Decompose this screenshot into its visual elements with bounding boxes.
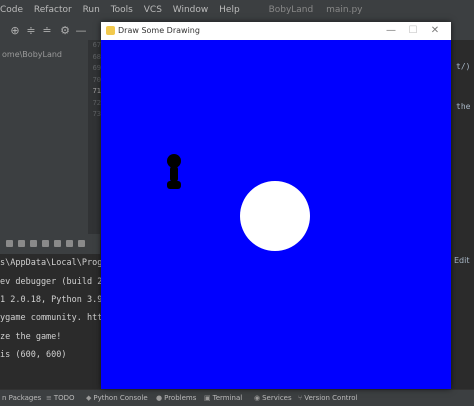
bottom-toolwindow-bar: n Packages ≡ TODO ◆ Python Console ● Proble… xyxy=(0,389,474,406)
problems-icon: ● xyxy=(156,394,163,402)
console-edit-label[interactable]: Edit xyxy=(454,256,470,265)
project-path: ome\BobyLand xyxy=(0,46,102,64)
figure-base xyxy=(167,181,181,189)
expand-icon[interactable]: ≐ xyxy=(40,24,54,38)
line-number: 68 xyxy=(92,52,101,61)
line-number: 70 xyxy=(92,75,101,84)
editor-gutter: 67 68 69 70 71 72 73 xyxy=(88,40,102,240)
python-icon: ◆ xyxy=(86,394,92,402)
tab-todo[interactable]: ≡ TODO xyxy=(46,390,75,406)
console-line: s\AppData\Local\Progra xyxy=(0,258,113,268)
editor-right-edge[interactable]: t/) the xyxy=(450,40,474,240)
pygame-window[interactable]: Draw Some Drawing — ☐ ✕ xyxy=(101,22,451,389)
terminal-icon: ▣ xyxy=(204,394,211,402)
menu-window[interactable]: Window xyxy=(173,5,209,15)
pygame-logo-icon xyxy=(106,26,115,35)
menu-run[interactable]: Run xyxy=(83,5,100,15)
project-panel xyxy=(0,64,88,234)
tab-python-console[interactable]: ◆ Python Console xyxy=(86,390,148,406)
ide-menubar: Code Refactor Run Tools VCS Window Help … xyxy=(0,0,474,20)
gear-icon[interactable]: ⚙ xyxy=(58,24,72,38)
close-button[interactable]: ✕ xyxy=(425,22,445,40)
window-title-project: BobyLand xyxy=(268,5,314,15)
menu-vcs[interactable]: VCS xyxy=(144,5,162,15)
console-line: ze the game! xyxy=(0,332,62,342)
figure-head xyxy=(167,154,181,168)
target-icon[interactable]: ⊕ xyxy=(8,24,22,38)
tab-version-control[interactable]: ⑂ Version Control xyxy=(298,390,357,406)
code-fragment: t/) xyxy=(456,62,471,71)
line-number: 67 xyxy=(92,41,101,49)
tab-packages[interactable]: n Packages xyxy=(2,390,41,406)
code-fragment: the xyxy=(456,102,471,111)
menu-code[interactable]: Code xyxy=(0,5,23,15)
services-icon: ◉ xyxy=(254,394,261,402)
minus-icon[interactable]: — xyxy=(74,24,88,38)
pygame-titlebar[interactable]: Draw Some Drawing — ☐ ✕ xyxy=(101,22,451,40)
line-number: 72 xyxy=(92,98,101,107)
window-title-file: main.py xyxy=(326,5,363,15)
drawing-canvas[interactable] xyxy=(101,40,451,389)
console-line: 1 2.0.18, Python 3.9.0 xyxy=(0,295,113,305)
minimize-button[interactable]: — xyxy=(381,22,401,40)
tab-problems[interactable]: ● Problems xyxy=(156,390,196,406)
maximize-button[interactable]: ☐ xyxy=(403,22,423,40)
menu-refactor[interactable]: Refactor xyxy=(34,5,72,15)
figure-body xyxy=(170,166,178,182)
menu-help[interactable]: Help xyxy=(219,5,240,15)
menu-tools[interactable]: Tools xyxy=(111,5,133,15)
line-number: 73 xyxy=(92,110,101,118)
console-line: ev debugger (build 221 xyxy=(0,277,113,287)
vcs-icon: ⑂ xyxy=(298,394,303,402)
console-toolbar xyxy=(0,234,100,254)
collapse-icon[interactable]: ≑ xyxy=(24,24,38,38)
pygame-window-title: Draw Some Drawing xyxy=(118,26,200,35)
line-number: 69 xyxy=(92,64,101,72)
list-icon: ≡ xyxy=(46,394,52,402)
tab-services[interactable]: ◉ Services xyxy=(254,390,292,406)
console-line: ygame community. https xyxy=(0,313,113,323)
tab-terminal[interactable]: ▣ Terminal xyxy=(204,390,242,406)
console-line: is (600, 600) xyxy=(0,350,67,360)
white-circle xyxy=(240,181,310,251)
line-number-current: 71 xyxy=(92,87,101,95)
console-toolbar-icons[interactable] xyxy=(0,234,100,254)
